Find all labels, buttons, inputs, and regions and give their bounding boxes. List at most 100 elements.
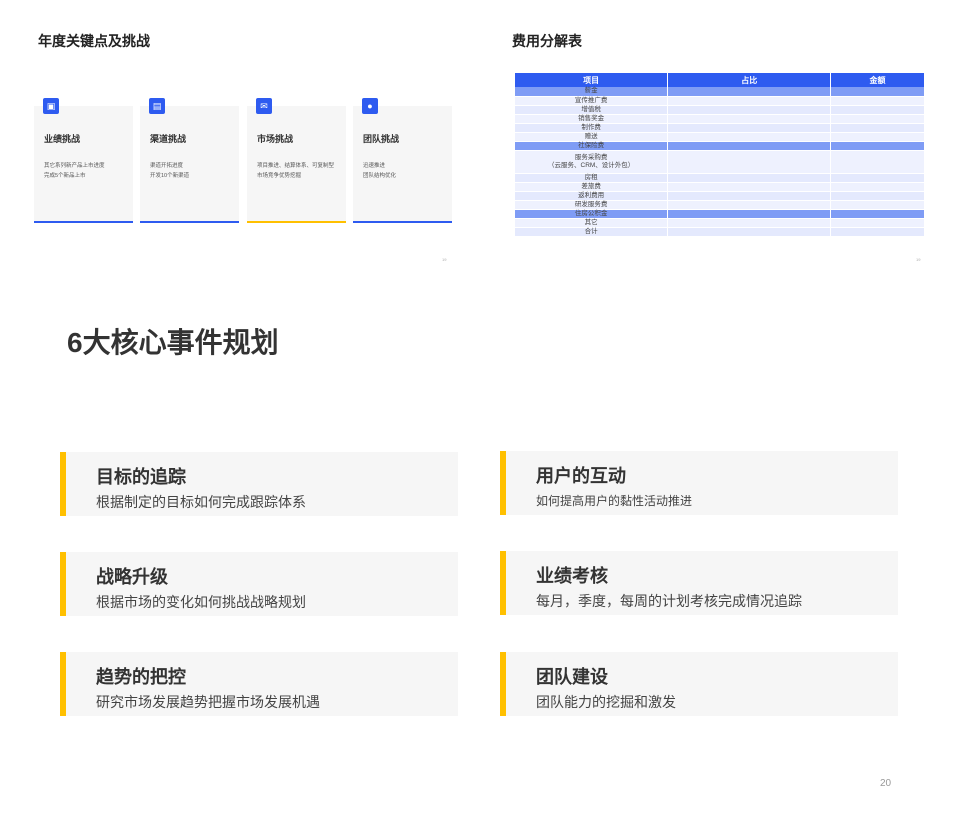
table-row: 合计 <box>515 227 925 237</box>
cell-amount <box>830 173 925 183</box>
card-title: 业绩挑战 <box>44 134 81 144</box>
cell-amount <box>830 200 925 210</box>
column-header: 金额 <box>830 73 925 87</box>
location-icon: ● <box>362 98 378 114</box>
table-row: 住房公积金 <box>515 209 925 219</box>
slide-title: 年度关键点及挑战 <box>38 33 150 49</box>
cell-amount <box>830 209 925 219</box>
cell-ratio <box>667 209 832 219</box>
card-title: 渠道挑战 <box>150 134 187 144</box>
table-row: 房租 <box>515 173 925 183</box>
cell-amount <box>830 105 925 115</box>
image-icon: ▣ <box>43 98 59 114</box>
card-title: 团队挑战 <box>363 134 400 144</box>
accent-bar <box>60 552 66 616</box>
event-title: 业绩考核 <box>536 566 608 586</box>
accent-bar <box>60 452 66 516</box>
card-title: 市场挑战 <box>257 134 294 144</box>
cell-amount <box>830 227 925 237</box>
cell-amount <box>830 132 925 142</box>
cell-ratio <box>667 218 832 228</box>
cell-ratio <box>667 191 832 201</box>
cell-amount <box>830 150 925 174</box>
table-row: 社保险费 <box>515 141 925 151</box>
event-title: 目标的追踪 <box>96 467 186 487</box>
cell-item: 赠送 <box>515 132 669 142</box>
cell-item: 薪金 <box>515 87 669 97</box>
event-description: 如何提高用户的黏性活动推进 <box>536 494 693 508</box>
cell-amount <box>830 87 925 97</box>
challenge-card: ▤ 渠道挑战 渠道开拓进度 开发10个新渠道 <box>140 98 239 223</box>
cell-ratio <box>667 114 832 124</box>
event-item: 趋势的把控 研究市场发展趋势把握市场发展机遇 <box>60 652 458 716</box>
cell-item: 制作费 <box>515 123 669 133</box>
event-item: 目标的追踪 根据制定的目标如何完成跟踪体系 <box>60 452 458 516</box>
cell-item: 差旅费 <box>515 182 669 192</box>
cell-item: 房租 <box>515 173 669 183</box>
table-row: 返利费用 <box>515 191 925 201</box>
page-number: 19 <box>916 257 921 262</box>
table-row: 宣传推广费 <box>515 96 925 106</box>
column-header: 项目 <box>515 73 669 87</box>
cell-ratio <box>667 96 832 106</box>
table-row: 赠送 <box>515 132 925 142</box>
page-title: 6大核心事件规划 <box>67 327 279 358</box>
briefcase-icon: ▤ <box>149 98 165 114</box>
event-item: 业绩考核 每月，季度，每周的计划考核完成情况追踪 <box>500 551 898 615</box>
card-description: 其它系列新产品上市进度 完成5个新品上市 <box>44 163 105 179</box>
cell-ratio <box>667 182 832 192</box>
table-row: 差旅费 <box>515 182 925 192</box>
card-underline <box>140 221 239 223</box>
cell-ratio <box>667 227 832 237</box>
table-row: 服务采购费 （云服务、CRM、设计外包） <box>515 150 925 174</box>
table-row: 制作费 <box>515 123 925 133</box>
card-underline <box>34 221 133 223</box>
cell-item: 住房公积金 <box>515 209 669 219</box>
cell-ratio <box>667 150 832 174</box>
event-description: 根据制定的目标如何完成跟踪体系 <box>96 494 306 510</box>
cell-item: 其它 <box>515 218 669 228</box>
cell-amount <box>830 218 925 228</box>
challenge-card: ✉ 市场挑战 项目推进、结算体系、可复制型 市场竞争优势挖掘 <box>247 98 346 223</box>
event-item: 用户的互动 如何提高用户的黏性活动推进 <box>500 451 898 515</box>
table-row: 销售奖金 <box>515 114 925 124</box>
cell-ratio <box>667 123 832 133</box>
page-number: 20 <box>880 778 892 789</box>
cell-amount <box>830 123 925 133</box>
card-description: 迅速推进 团队结构优化 <box>363 163 397 179</box>
event-description: 团队能力的挖掘和激发 <box>536 694 676 710</box>
card-underline <box>353 221 452 223</box>
challenge-card: ● 团队挑战 迅速推进 团队结构优化 <box>353 98 452 223</box>
event-description: 研究市场发展趋势把握市场发展机遇 <box>96 694 320 710</box>
cell-item: 合计 <box>515 227 669 237</box>
event-description: 根据市场的变化如何挑战战略规划 <box>96 594 306 610</box>
cell-amount <box>830 182 925 192</box>
cell-item: 返利费用 <box>515 191 669 201</box>
slide-thumbnail-challenges[interactable]: 年度关键点及挑战 ▣ 业绩挑战 其它系列新产品上市进度 完成5个新品上市 ▤ 渠道… <box>0 0 480 270</box>
card-underline <box>247 221 346 223</box>
event-title: 团队建设 <box>536 667 608 687</box>
cost-breakdown-table: 项目 占比 金额 薪金 宣传推广费 增值税 销售奖金 制作费 赠送 社保险费 服务采购费 （云… <box>515 73 925 237</box>
cell-ratio <box>667 132 832 142</box>
event-title: 用户的互动 <box>536 466 626 486</box>
cell-ratio <box>667 105 832 115</box>
table-row: 增值税 <box>515 105 925 115</box>
cell-amount <box>830 141 925 151</box>
cell-amount <box>830 114 925 124</box>
cell-item: 销售奖金 <box>515 114 669 124</box>
cell-item: 增值税 <box>515 105 669 115</box>
cell-ratio <box>667 173 832 183</box>
cell-ratio <box>667 200 832 210</box>
page-number: 19 <box>442 257 447 262</box>
card-description: 渠道开拓进度 开发10个新渠道 <box>150 163 190 179</box>
event-item: 团队建设 团队能力的挖掘和激发 <box>500 652 898 716</box>
slide-title: 费用分解表 <box>512 33 582 49</box>
accent-bar <box>500 451 506 515</box>
mail-icon: ✉ <box>256 98 272 114</box>
accent-bar <box>60 652 66 716</box>
cell-amount <box>830 96 925 106</box>
event-title: 战略升级 <box>96 567 168 587</box>
cell-item: 服务采购费 （云服务、CRM、设计外包） <box>515 150 669 174</box>
event-title: 趋势的把控 <box>96 667 186 687</box>
cell-amount <box>830 191 925 201</box>
